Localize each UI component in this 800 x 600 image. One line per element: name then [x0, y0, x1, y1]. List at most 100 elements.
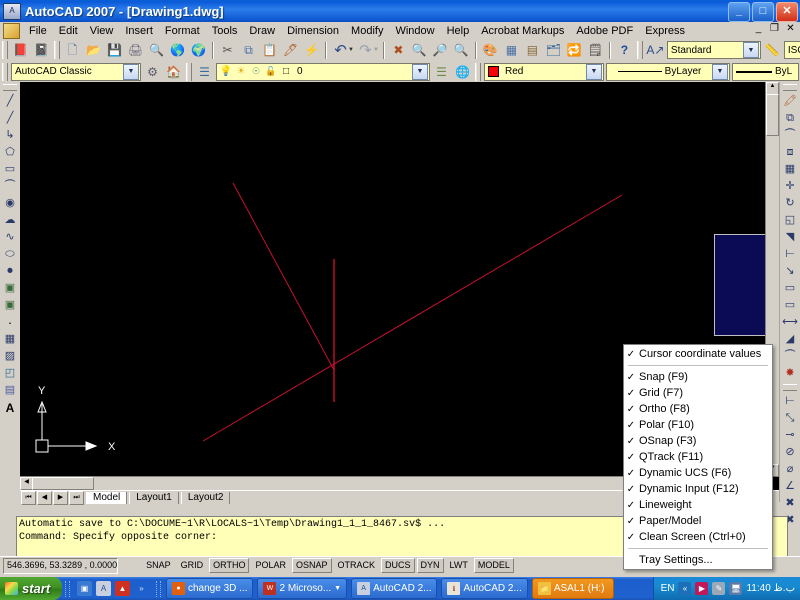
menu-item-format[interactable]: Format	[159, 24, 206, 38]
point-icon[interactable]: ·	[1, 314, 19, 331]
tray-network-icon[interactable]: 🖥	[729, 582, 743, 595]
tab-model[interactable]: Model	[86, 492, 128, 504]
menu-item-acrobat-markups[interactable]: Acrobat Markups	[475, 24, 570, 38]
workspaces-toolbar-grip[interactable]	[2, 62, 8, 81]
context-menu-item-polar[interactable]: ✓ Polar (F10)	[624, 417, 772, 433]
context-menu-item-paper-model[interactable]: ✓ Paper/Model	[624, 513, 772, 529]
status-toggle-grid[interactable]: GRID	[176, 558, 208, 573]
layer-previous-icon[interactable]: 🌐	[452, 62, 473, 82]
toolbar-grip-styles[interactable]	[636, 41, 643, 59]
3ddwf-icon[interactable]: 🌍	[188, 40, 209, 60]
properties-toolbar-grip[interactable]	[475, 62, 481, 81]
revision-cloud-icon[interactable]: ☁	[1, 212, 19, 229]
menu-item-file[interactable]: File	[23, 24, 53, 38]
horizontal-scroll-thumb[interactable]	[32, 477, 94, 490]
taskbar-button-autocad-2[interactable]: ℹ AutoCAD 2...	[441, 578, 528, 599]
tray-media-icon[interactable]: ▶	[695, 582, 709, 595]
context-menu-item-clean-screen[interactable]: ✓ Clean Screen (Ctrl+0)	[624, 529, 772, 545]
color-dropdown-arrow[interactable]: ▼	[586, 63, 602, 80]
layers-toolbar-grip[interactable]	[186, 62, 192, 81]
taskbar-button-microsoft-group[interactable]: W 2 Microso... ▼	[257, 578, 348, 599]
close-button[interactable]: ✕	[776, 2, 798, 22]
quick-launch-grip[interactable]	[65, 580, 70, 597]
text-style-icon[interactable]: A↗	[645, 40, 666, 60]
doc-restore-button[interactable]: ❐	[768, 23, 781, 34]
status-toggle-osnap[interactable]: OSNAP	[291, 558, 332, 573]
menu-item-tools[interactable]: Tools	[206, 24, 244, 38]
pdf-convert-icon[interactable]: 📕	[10, 40, 31, 60]
polyline-icon[interactable]: ↳	[1, 127, 19, 144]
layer-properties-icon[interactable]: ☰	[194, 62, 215, 82]
plot-icon[interactable]: 🖨	[125, 40, 146, 60]
pdf-settings-icon[interactable]: 📓	[31, 40, 52, 60]
break-at-point-icon[interactable]: ▭	[781, 280, 799, 297]
match-properties-icon[interactable]: 🖊	[280, 40, 301, 60]
zoom-previous-icon[interactable]: 🔍	[451, 40, 472, 60]
language-indicator[interactable]: EN	[661, 583, 675, 594]
toolbar-grip[interactable]	[2, 41, 8, 59]
group-chevron-down-icon[interactable]: ▼	[334, 585, 341, 592]
markup-set-icon[interactable]: 🔁	[564, 40, 585, 60]
layer-freeze-vp-icon[interactable]: ☉	[249, 65, 263, 79]
trim-icon[interactable]: ⊢	[781, 246, 799, 263]
help-icon[interactable]: ?	[614, 40, 635, 60]
dim-ordinate-icon[interactable]: ⊸	[781, 427, 799, 444]
block-editor-icon[interactable]: ⚡	[301, 40, 322, 60]
quickcalc-icon[interactable]: 🗒	[585, 40, 606, 60]
toolbar-grip-standard[interactable]	[54, 41, 60, 59]
context-menu-item-cursor-coordinate-values[interactable]: ✓ Cursor coordinate values	[624, 346, 772, 362]
dim-style-combo[interactable]: ISO-25 ▼	[783, 41, 800, 59]
dim-linear-icon[interactable]: ⊢	[781, 393, 799, 410]
open-icon[interactable]: 📂	[83, 40, 104, 60]
menu-item-modify[interactable]: Modify	[345, 24, 389, 38]
menu-item-express[interactable]: Express	[639, 24, 691, 38]
context-menu-item-osnap[interactable]: ✓ OSnap (F3)	[624, 433, 772, 449]
minimize-button[interactable]: _	[728, 2, 750, 22]
dim-diameter-icon[interactable]: ⌀	[781, 461, 799, 478]
lineweight-combo[interactable]: ByL	[732, 62, 799, 81]
undo-icon[interactable]: ↶	[330, 40, 351, 60]
table-icon[interactable]: ▤	[1, 382, 19, 399]
insert-block-icon[interactable]: ▣	[1, 280, 19, 297]
text-style-combo[interactable]: Standard ▼	[666, 41, 761, 59]
rectangle-icon[interactable]: ▭	[1, 161, 19, 178]
layer-combo[interactable]: 💡 ☀ ☉ 🔓 □ 0 ▼	[216, 62, 430, 81]
tray-chevron-icon[interactable]: «	[678, 582, 692, 595]
zoom-realtime-icon[interactable]: 🔍	[409, 40, 430, 60]
arc-icon[interactable]: ⏜	[1, 178, 19, 195]
gradient-icon[interactable]: ▨	[1, 348, 19, 365]
taskbar-button-change-3d[interactable]: ● change 3D ...	[166, 578, 254, 599]
menu-item-view[interactable]: View	[84, 24, 120, 38]
designcenter-icon[interactable]: ▦	[501, 40, 522, 60]
menu-item-adobe-pdf[interactable]: Adobe PDF	[570, 24, 639, 38]
document-control-icon[interactable]	[3, 22, 20, 39]
acrobat-quicklaunch-icon[interactable]: ▲	[115, 581, 130, 596]
next-tab-button[interactable]: ▶	[53, 491, 68, 505]
vertical-scroll-thumb[interactable]	[766, 94, 779, 136]
multiline-text-icon[interactable]: A	[1, 399, 19, 416]
stretch-icon[interactable]: ◥	[781, 229, 799, 246]
redo-icon[interactable]: ↷	[355, 40, 376, 60]
context-menu-item-dynamic-input[interactable]: ✓ Dynamic Input (F12)	[624, 481, 772, 497]
explode-icon[interactable]: ✸	[781, 365, 799, 382]
chamfer-icon[interactable]: ◢	[781, 331, 799, 348]
context-menu-item-lineweight[interactable]: ✓ Lineweight	[624, 497, 772, 513]
layer-on-icon[interactable]: 💡	[219, 65, 233, 79]
move-icon[interactable]: ✛	[781, 178, 799, 195]
menu-item-dimension[interactable]: Dimension	[281, 24, 345, 38]
prev-tab-button[interactable]: ◀	[37, 491, 52, 505]
taskbar-button-asal1-drive[interactable]: 📁 ASAL1 (H:)	[531, 578, 614, 599]
sheet-set-icon[interactable]: 🗂	[543, 40, 564, 60]
polygon-icon[interactable]: ⬠	[1, 144, 19, 161]
publish-icon[interactable]: 🌎	[167, 40, 188, 60]
extend-icon[interactable]: ↘	[781, 263, 799, 280]
save-icon[interactable]: 💾	[104, 40, 125, 60]
offset-icon[interactable]: ⧈	[781, 144, 799, 161]
copy-object-icon[interactable]: ⧉	[781, 110, 799, 127]
workspace-settings-icon[interactable]: ⚙	[142, 62, 163, 82]
circle-icon[interactable]: ◉	[1, 195, 19, 212]
status-toggle-ortho[interactable]: ORTHO	[209, 558, 250, 573]
status-toggle-snap[interactable]: SNAP	[142, 558, 175, 573]
first-tab-button[interactable]: ⏮	[21, 491, 36, 505]
workspace-dropdown-arrow[interactable]: ▼	[123, 63, 139, 80]
